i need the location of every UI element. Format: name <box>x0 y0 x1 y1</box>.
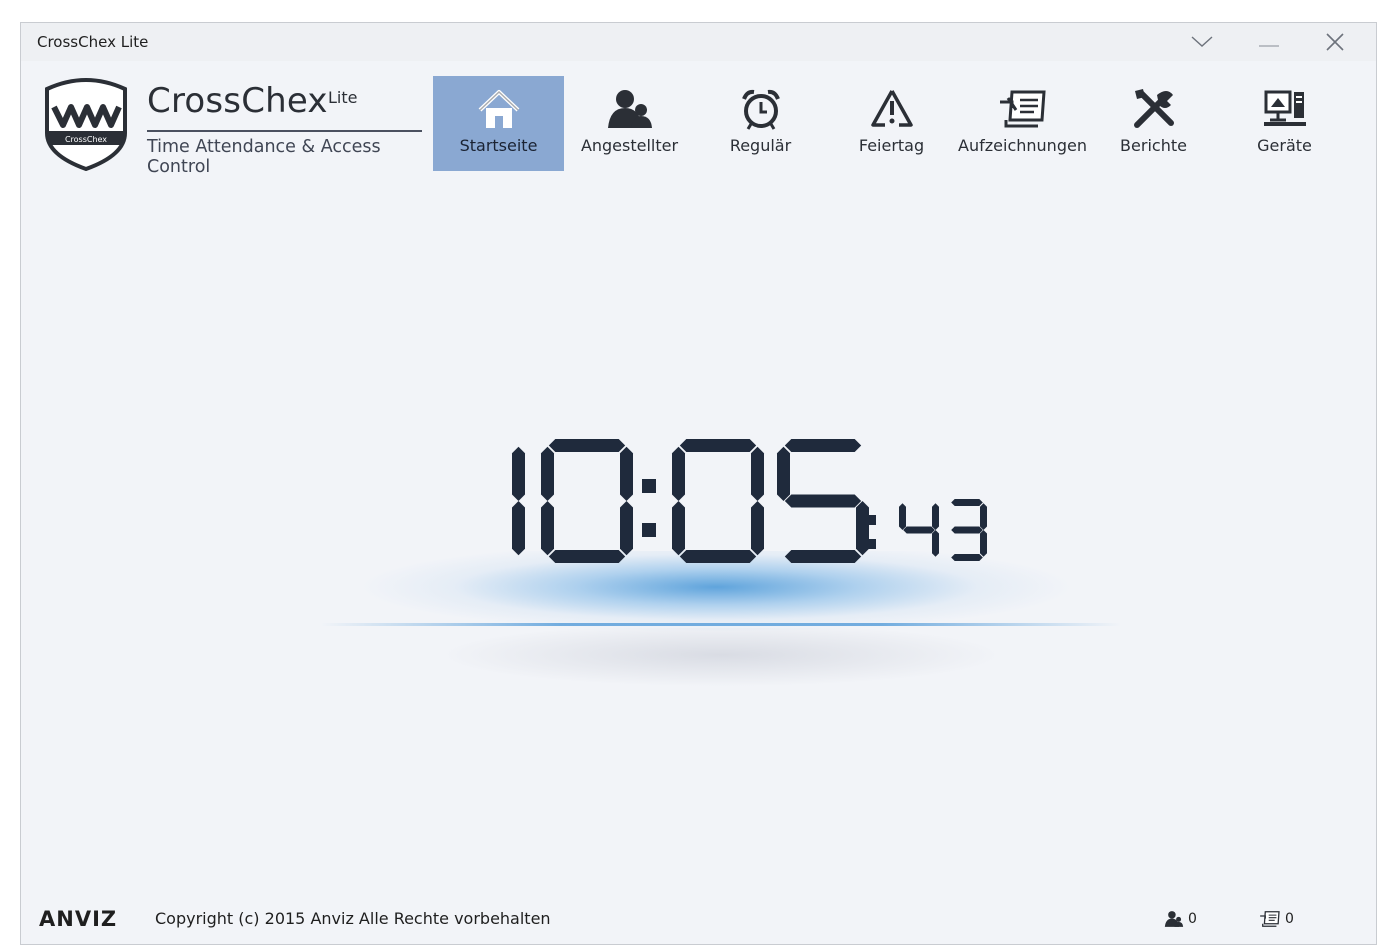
brand-tagline: Time Attendance & Access Control <box>147 137 381 177</box>
nav-label: Aufzeichnungen <box>958 136 1087 155</box>
brand-divider <box>147 130 422 132</box>
status-bar: ANVIZ Copyright (c) 2015 Anviz Alle Rech… <box>21 894 1376 944</box>
record-count: 0 <box>1259 908 1294 930</box>
nav-label: Angestellter <box>580 136 679 155</box>
employee-count-value: 0 <box>1188 911 1197 927</box>
svg-text:CrossChex: CrossChex <box>65 135 107 144</box>
nav-label: Geräte <box>1257 136 1312 155</box>
tools-icon <box>1133 89 1174 128</box>
chevron-down-icon <box>1191 36 1213 47</box>
nav-label: Startseite <box>459 136 538 155</box>
nav-item-berichte[interactable]: Berichte <box>1088 76 1219 171</box>
crosschex-logo: CrossChex <box>45 78 127 171</box>
records-icon <box>999 90 1046 128</box>
clock-minute-digit <box>777 439 869 563</box>
devices-icon <box>1263 90 1306 126</box>
nav-label: Feiertag <box>858 136 925 155</box>
clock-reflection <box>321 628 1121 718</box>
clock-hour-digit <box>512 446 525 556</box>
clock-second-digit <box>951 499 987 561</box>
clock-display <box>512 439 987 563</box>
clock-hour-digit <box>541 439 633 563</box>
dropdown-button[interactable] <box>1180 25 1224 59</box>
record-count-value: 0 <box>1285 911 1294 927</box>
close-icon <box>1326 33 1344 51</box>
minimize-button[interactable] <box>1247 25 1291 59</box>
clock-second-digit <box>899 503 939 557</box>
nav-item-feiertag[interactable]: Feiertag <box>826 76 957 171</box>
users-icon <box>607 90 652 128</box>
nav-item-aufzeichnungen[interactable]: Aufzeichnungen <box>957 76 1088 171</box>
warning-icon <box>870 90 913 127</box>
brand-block: CrossChex CrossChex Lite Time Attendance… <box>41 75 436 177</box>
main-nav: Startseite Angestellter Regulär Feiertag… <box>433 76 1376 172</box>
close-button[interactable] <box>1313 25 1357 59</box>
alarm-clock-icon <box>741 89 780 130</box>
nav-item-startseite[interactable]: Startseite <box>433 76 564 171</box>
nav-item-angestellter[interactable]: Angestellter <box>564 76 695 171</box>
nav-label: Berichte <box>1120 136 1187 155</box>
nav-item-geraete[interactable]: Geräte <box>1219 76 1350 171</box>
window-title: CrossChex Lite <box>37 33 149 51</box>
users-icon <box>1164 911 1184 927</box>
nav-label: Regulär <box>729 136 792 155</box>
home-icon <box>478 90 519 128</box>
app-window: CrossChex Lite CrossChex CrossChex Lite … <box>20 22 1377 945</box>
digital-clock <box>21 423 1376 583</box>
minimize-icon <box>1259 45 1279 47</box>
clock-baseline <box>321 623 1121 626</box>
title-bar: CrossChex Lite <box>21 23 1376 61</box>
brand-name: CrossChex <box>147 81 328 121</box>
brand-edition: Lite <box>328 88 358 107</box>
records-icon <box>1260 911 1280 927</box>
clock-colon <box>642 479 656 537</box>
copyright-text: Copyright (c) 2015 Anviz Alle Rechte vor… <box>155 909 551 928</box>
employee-count: 0 <box>1164 908 1197 930</box>
clock-minute-digit <box>672 439 764 563</box>
anviz-logo: ANVIZ <box>39 908 117 928</box>
svg-text:ANVIZ: ANVIZ <box>39 908 117 928</box>
nav-item-regulaer[interactable]: Regulär <box>695 76 826 171</box>
